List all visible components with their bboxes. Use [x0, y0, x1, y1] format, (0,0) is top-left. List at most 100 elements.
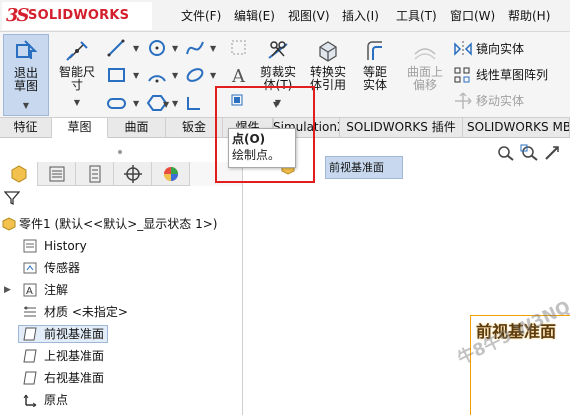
line-icon[interactable]	[106, 38, 128, 58]
tree-item-label: History	[44, 239, 87, 253]
point-tool-icon[interactable]	[227, 90, 249, 110]
tree-item-label: 原点	[44, 393, 69, 407]
filter-icon[interactable]	[4, 190, 20, 206]
svg-text:A: A	[231, 66, 246, 85]
menu-window[interactable]: 窗口(W)	[450, 7, 495, 24]
linear-pattern-label[interactable]: 线性草图阵列	[476, 66, 548, 83]
arc-dropdown-icon[interactable]: ▼	[172, 71, 178, 80]
tree-item-history[interactable]: History	[0, 236, 243, 256]
tab-solidworks-addins[interactable]: SOLIDWORKS 插件	[340, 118, 463, 138]
tooltip-description: 绘制点。	[232, 148, 281, 162]
sketch-tools-dropdown-icon[interactable]: ▼	[273, 100, 279, 109]
slot-icon[interactable]	[106, 93, 128, 113]
panel-tabs	[0, 162, 243, 186]
ellipse-icon[interactable]	[184, 65, 206, 85]
feature-manager-tab[interactable]	[0, 162, 38, 186]
dimxpert-manager-tab[interactable]	[114, 162, 152, 186]
mirror-entities-icon[interactable]	[452, 39, 474, 59]
ellipse-dropdown-icon[interactable]: ▼	[210, 71, 216, 80]
trim-entities-button[interactable]: 剪裁实体(T) ▼	[255, 38, 301, 109]
history-icon	[23, 239, 37, 253]
spline-icon[interactable]	[184, 38, 206, 58]
menu-view[interactable]: 视图(V)	[288, 7, 330, 24]
rectangle-dropdown-icon[interactable]: ▼	[133, 71, 139, 80]
pattern-dropdown-icon[interactable]: ▼	[163, 100, 169, 109]
solidworks-logo[interactable]: 3S SOLIDWORKS	[2, 2, 152, 30]
move-entities-label: 移动实体	[476, 94, 525, 108]
brand-prefix: SOLID	[28, 8, 74, 23]
slot-dropdown-icon[interactable]: ▼	[133, 99, 139, 108]
mirror-entities-label[interactable]: 镜向实体	[476, 40, 524, 57]
text-icon[interactable]: A	[228, 65, 250, 85]
tree-item-top-plane[interactable]: 上视基准面	[0, 346, 243, 366]
exit-sketch-button[interactable]: 退出草图 ▼	[3, 34, 49, 116]
origin-icon	[23, 394, 37, 407]
tree-item-origin[interactable]: 原点	[0, 390, 243, 410]
property-manager-tab[interactable]	[38, 162, 76, 186]
sketch-fillet-icon	[231, 40, 246, 55]
panel-collapse-handle[interactable]	[110, 144, 130, 154]
tree-item-label: 注解	[44, 283, 69, 297]
tree-item-front-plane[interactable]: 前视基准面	[0, 324, 243, 344]
plane-icon	[23, 349, 37, 363]
tree-root-part[interactable]: 零件1 (默认<<默认>_显示状态 1>)	[0, 214, 243, 234]
offset-entities-button[interactable]: 等距实体	[354, 38, 396, 92]
trim-entities-label: 剪裁实体(T)	[259, 65, 296, 92]
tree-item-label: 右视基准面	[44, 371, 105, 385]
tree-item-material[interactable]: 材质 <未指定>	[0, 302, 243, 322]
point-tooltip: 点(O) 绘制点。	[228, 128, 296, 168]
circle-icon[interactable]	[146, 38, 168, 58]
polygon-dropdown-icon[interactable]: ▼	[172, 99, 178, 108]
tab-sketch[interactable]: 草图	[52, 118, 108, 138]
expand-icon[interactable]: ▶	[4, 280, 11, 300]
tree-item-label: 材质 <未指定>	[44, 305, 128, 319]
smart-dimension-button[interactable]: 智能尺寸 ▼	[55, 38, 99, 109]
circle-dropdown-icon[interactable]: ▼	[172, 44, 178, 53]
menu-file[interactable]: 文件(F)	[181, 7, 221, 24]
menu-edit[interactable]: 编辑(E)	[234, 7, 275, 24]
previous-view-icon[interactable]	[543, 144, 563, 162]
tree-item-right-plane[interactable]: 右视基准面	[0, 368, 243, 388]
svg-text:A: A	[26, 286, 33, 297]
trim-entities-icon	[268, 41, 288, 59]
tree-item-sensors[interactable]: 传感器	[0, 258, 243, 278]
arc-icon[interactable]	[146, 65, 168, 85]
menu-insert[interactable]: 插入(I)	[342, 7, 379, 24]
plane-icon	[23, 371, 37, 385]
offset-entities-label: 等距实体	[362, 65, 387, 92]
convert-entities-icon	[319, 41, 337, 62]
offset-on-surface-button: 曲面上偏移	[403, 38, 447, 92]
offset-on-surface-icon	[414, 48, 436, 60]
rectangle-icon[interactable]	[106, 65, 128, 85]
menu-help[interactable]: 帮助(H)	[508, 7, 550, 24]
zoom-to-area-icon[interactable]	[520, 144, 540, 162]
move-entities-icon	[455, 92, 472, 109]
exit-sketch-label: 退出草图	[13, 66, 38, 93]
tab-surfaces[interactable]: 曲面	[108, 118, 166, 138]
menu-bar: 3S SOLIDWORKS 文件(F) 编辑(E) 视图(V) 插入(I) 工具…	[0, 0, 570, 32]
spline-dropdown-icon[interactable]: ▼	[210, 44, 216, 53]
material-icon	[24, 306, 36, 317]
linear-pattern-icon[interactable]	[452, 65, 474, 85]
selected-plane-label: 前视基准面	[329, 161, 384, 174]
sensor-icon	[23, 262, 37, 274]
line-dropdown-icon[interactable]: ▼	[133, 44, 139, 53]
sketch-chamfer-icon[interactable]	[184, 93, 206, 113]
smart-dimension-dropdown-icon[interactable]: ▼	[55, 96, 99, 109]
menu-tools[interactable]: 工具(T)	[396, 7, 437, 24]
configuration-manager-tab[interactable]	[76, 162, 114, 186]
tree-item-annotations[interactable]: ▶ A 注解	[0, 280, 243, 300]
tab-solidworks-mbd[interactable]: SOLIDWORKS MBD	[463, 118, 570, 138]
convert-entities-button[interactable]: 转换实体引用	[304, 38, 352, 92]
exit-sketch-dropdown-icon[interactable]: ▼	[4, 99, 48, 112]
tree-item-label: 传感器	[44, 261, 81, 275]
selected-plane-chip[interactable]: 前视基准面	[325, 156, 403, 179]
configuration-manager-icon	[89, 165, 101, 183]
tree-root-label: 零件1 (默认<<默认>_显示状态 1>)	[19, 217, 218, 231]
tooltip-title: 点(O)	[232, 132, 266, 146]
zoom-to-fit-icon[interactable]	[496, 144, 516, 162]
display-manager-tab[interactable]	[152, 162, 190, 186]
tab-features[interactable]: 特征	[0, 118, 52, 138]
tab-sheet-metal[interactable]: 钣金	[166, 118, 223, 138]
tree-item-label: 前视基准面	[44, 327, 105, 341]
